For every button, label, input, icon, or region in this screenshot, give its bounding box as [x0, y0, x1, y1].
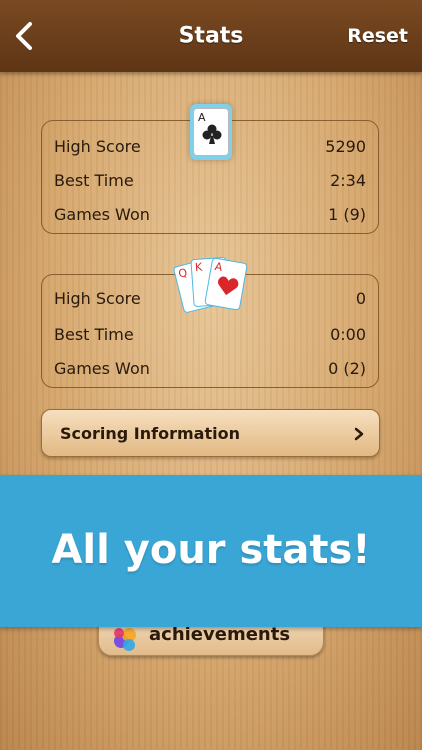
stat-row-games-won: Games Won 0 (2)	[54, 359, 366, 383]
stat-value: 0:00	[330, 325, 366, 344]
card-rank: Q	[177, 265, 189, 281]
stat-row-games-won: Games Won 1 (9)	[54, 205, 366, 229]
stat-value: 5290	[325, 137, 366, 156]
promo-banner: All your stats!	[0, 475, 422, 627]
chevron-right-icon	[354, 427, 364, 441]
achievements-label: achievements	[149, 624, 291, 645]
stat-value: 2:34	[330, 171, 366, 190]
stat-value: 0	[355, 289, 366, 308]
card-rank: A	[213, 259, 224, 275]
top-bar: Stats Reset	[0, 0, 422, 72]
stat-label: Best Time	[54, 171, 134, 190]
heart-cards-fan-icon: Q K A	[172, 256, 248, 318]
stat-row-best-time: Best Time 2:34	[54, 171, 366, 195]
game-center-icon	[114, 628, 136, 651]
reset-button[interactable]: Reset	[347, 25, 408, 47]
stat-value: 0 (2)	[328, 359, 366, 378]
stat-label: Games Won	[54, 205, 150, 224]
stat-value: 1 (9)	[328, 205, 366, 224]
stat-label: High Score	[54, 289, 141, 308]
heart-icon	[218, 276, 239, 296]
card: A	[193, 108, 229, 156]
stat-label: Best Time	[54, 325, 134, 344]
ace-of-clubs-card-icon: A	[190, 104, 232, 160]
stat-row-best-time: Best Time 0:00	[54, 325, 366, 349]
scoring-information-button[interactable]: Scoring Information	[41, 409, 380, 457]
card-ace: A	[204, 257, 248, 311]
stat-label: High Score	[54, 137, 141, 156]
card-rank: K	[194, 260, 203, 274]
banner-text: All your stats!	[51, 527, 371, 573]
club-icon	[202, 124, 222, 144]
stat-label: Games Won	[54, 359, 150, 378]
scoring-information-label: Scoring Information	[60, 424, 240, 443]
